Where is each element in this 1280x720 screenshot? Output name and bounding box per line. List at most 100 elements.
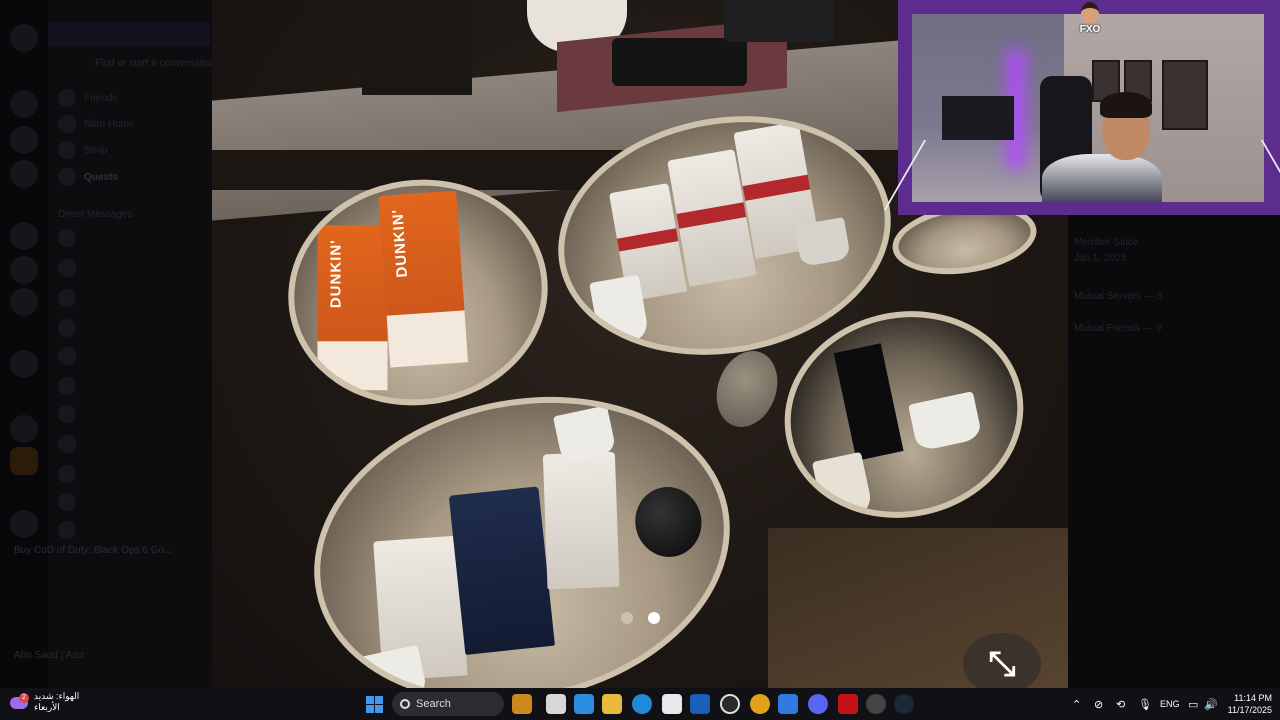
glass-cup	[794, 217, 851, 268]
member-since-value: Jan 1, 2025	[1074, 253, 1127, 264]
nav-item-quests[interactable]: Quests	[58, 167, 118, 187]
carousel-dot[interactable]	[621, 612, 633, 624]
tray-icon[interactable]: 🎙	[1138, 688, 1152, 720]
netflix-icon[interactable]	[838, 694, 858, 714]
nav-item-friends[interactable]: Friends	[58, 88, 117, 108]
user-panel[interactable]: Abu Saud | Aziz	[14, 650, 209, 680]
find-conversation-placeholder: Find or start a conversation	[95, 58, 217, 69]
ceramic-cup	[589, 274, 650, 347]
server-icon[interactable]	[10, 256, 38, 284]
avatar	[58, 465, 76, 483]
server-icon[interactable]	[10, 288, 38, 316]
outlook-icon[interactable]	[690, 694, 710, 714]
wall-frame	[1162, 60, 1208, 130]
clock-time: 11:14 PM	[1234, 693, 1272, 703]
pitcher	[811, 451, 874, 521]
pitcher	[356, 644, 428, 688]
dunkin-bag: DUNKIN'	[378, 190, 469, 368]
chevron-up-icon: ⌃	[1072, 698, 1082, 711]
taskbar-search[interactable]: Search	[392, 692, 504, 716]
shelf-niche-bottom	[285, 359, 759, 688]
edge-icon[interactable]	[632, 694, 652, 714]
avatar	[58, 229, 76, 247]
chrome-icon[interactable]	[750, 694, 770, 714]
task-view-icon[interactable]	[546, 694, 566, 714]
server-list	[0, 0, 48, 688]
dm-list-item[interactable]	[58, 228, 76, 248]
server-icon[interactable]	[10, 447, 38, 475]
streamer-hair	[1100, 92, 1152, 118]
discord-icon[interactable]	[808, 694, 828, 714]
server-icon[interactable]	[10, 160, 38, 188]
dm-list-item[interactable]	[58, 464, 76, 484]
screen: Find or start a conversation Friends Nit…	[0, 0, 1280, 720]
steam-icon[interactable]	[894, 694, 914, 714]
dm-list-item[interactable]	[58, 520, 76, 540]
avatar	[58, 347, 76, 365]
avatar	[58, 521, 76, 539]
network-app-icon: ⊘	[1094, 698, 1104, 711]
taskbar-clock[interactable]: 11:14 PM 11/17/2025	[1222, 692, 1272, 716]
nav-item-shop[interactable]: Shop	[58, 140, 107, 160]
avatar	[58, 259, 76, 277]
mutual-friends[interactable]: Mutual Friends — 9	[1074, 323, 1161, 334]
weather-icon: 2	[10, 693, 29, 711]
coffee-bag	[542, 451, 620, 590]
server-icon[interactable]	[10, 350, 38, 378]
avatar	[58, 493, 76, 511]
streamer-logo-text: FXO	[1079, 24, 1101, 35]
shelf-knob	[706, 342, 788, 436]
tray-overflow-button[interactable]: ⌃	[1072, 688, 1081, 720]
dm-list-item[interactable]	[58, 318, 76, 338]
server-icon[interactable]	[10, 510, 38, 538]
copilot-icon[interactable]	[574, 694, 594, 714]
exit-fullscreen-button[interactable]: ⤡	[963, 633, 1041, 695]
dm-list-item[interactable]	[58, 288, 76, 308]
tray-icon[interactable]: 🔊	[1204, 688, 1218, 720]
grinder	[724, 0, 834, 42]
avatar	[58, 319, 76, 337]
mutual-servers[interactable]: Mutual Servers — 8	[1074, 291, 1162, 302]
weather-widget[interactable]: 2 الهواء: شديد الأربعاء	[10, 691, 79, 713]
server-icon[interactable]	[10, 415, 38, 443]
dm-list-item[interactable]	[58, 492, 76, 512]
wifi-icon: ▭	[1188, 698, 1199, 711]
game-app-icon[interactable]	[512, 694, 532, 714]
kettle	[362, 0, 472, 95]
file-explorer-icon[interactable]	[602, 694, 622, 714]
activity-card[interactable]: Buy CoD of Duty: Black Ops 6 Go...	[14, 545, 209, 571]
tray-icon[interactable]: ▭	[1188, 688, 1198, 720]
server-icon[interactable]	[10, 24, 38, 52]
dm-list-item[interactable]	[58, 376, 76, 396]
server-icon[interactable]	[10, 222, 38, 250]
tray-icon[interactable]: ⟲	[1116, 688, 1125, 720]
dm-header: Direct Messages	[58, 208, 133, 220]
start-button[interactable]	[366, 696, 383, 713]
nitro-icon	[58, 115, 76, 133]
dm-list-item[interactable]	[58, 346, 76, 366]
bottle	[833, 343, 904, 461]
settings-icon[interactable]	[720, 694, 740, 714]
member-since-label: Member Since	[1074, 237, 1139, 248]
coffee-scale	[612, 38, 747, 86]
app-icon[interactable]	[778, 694, 798, 714]
nav-item-nitro[interactable]: Nitro Home	[58, 114, 135, 134]
profile-panel: Member Since Jan 1, 2025 Mutual Servers …	[1068, 215, 1280, 688]
dm-list-item[interactable]	[58, 258, 76, 278]
weather-line-1: الهواء: شديد	[34, 691, 80, 701]
server-icon[interactable]	[10, 126, 38, 154]
search-label: Search	[416, 698, 451, 710]
server-icon[interactable]	[10, 90, 38, 118]
microphone-icon: 🎙	[1138, 698, 1152, 711]
avatar	[58, 377, 76, 395]
language-indicator[interactable]: ENG	[1160, 688, 1180, 720]
find-conversation-bar[interactable]	[48, 22, 210, 46]
carousel-dot-active[interactable]	[648, 612, 660, 624]
dm-list-item[interactable]	[58, 434, 76, 454]
dm-list-item[interactable]	[58, 404, 76, 424]
coffee-bag-navy	[448, 486, 555, 655]
tray-icon[interactable]: ⊘	[1094, 688, 1103, 720]
dunkin-bag: DUNKIN'	[317, 225, 388, 391]
store-icon[interactable]	[662, 694, 682, 714]
obs-icon[interactable]	[866, 694, 886, 714]
